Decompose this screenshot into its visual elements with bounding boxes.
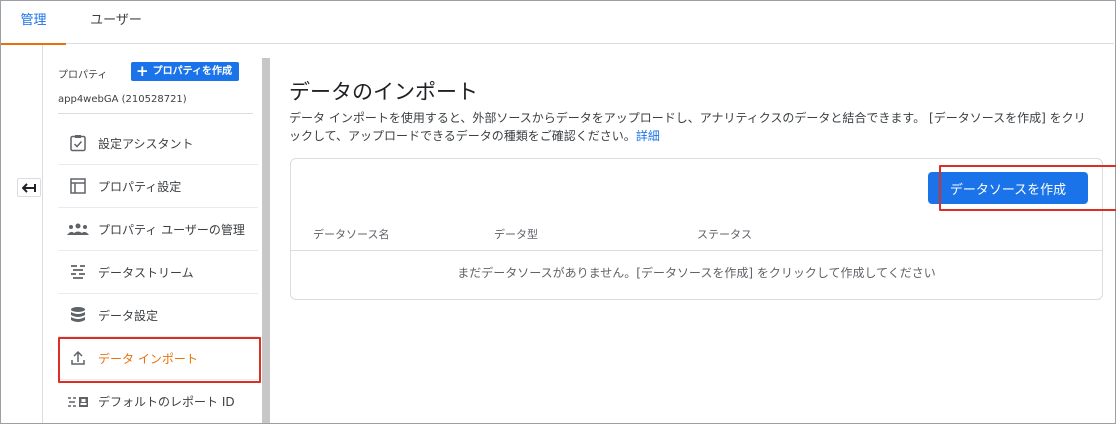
sidebar-item-property-user-management[interactable]: プロパティ ユーザーの管理: [58, 208, 258, 251]
page-title: データのインポート: [289, 80, 478, 104]
tab-users[interactable]: ユーザー: [66, 1, 166, 44]
empty-state-message: まだデータソースがありません。[データソースを作成] をクリックして作成してくだ…: [457, 266, 936, 280]
sidebar-item-label: プロパティ設定: [98, 179, 182, 194]
page-description: データ インポートを使用すると、外部ソースからデータをアップロードし、アナリティ…: [289, 109, 1097, 145]
report-id-icon: [58, 396, 98, 408]
tab-admin[interactable]: 管理: [1, 1, 66, 45]
left-rail: [1, 45, 43, 423]
sidebar-item-label: プロパティ ユーザーの管理: [98, 222, 245, 237]
top-tab-bar: 管理 ユーザー: [1, 1, 1114, 45]
column-header-type: データ型: [494, 228, 538, 241]
create-property-label: プロパティを作成: [152, 66, 232, 77]
collapse-button[interactable]: [17, 178, 41, 197]
sidebar-item-label: データ設定: [98, 308, 159, 323]
plus-icon: +: [136, 62, 149, 80]
sidebar-item-label: データストリーム: [98, 265, 194, 280]
property-header: プロパティ + プロパティを作成 app4webGA (210528721): [58, 62, 253, 114]
main-content: データのインポート データ インポートを使用すると、外部ソースからデータをアップ…: [271, 45, 1116, 423]
people-icon: [58, 222, 98, 236]
sidebar-item-setup-assistant[interactable]: 設定アシスタント: [58, 122, 258, 165]
layout-icon: [58, 177, 98, 195]
sidebar-item-label: デフォルトのレポート ID: [98, 395, 235, 409]
back-arrow-icon: [22, 182, 36, 193]
tab-users-label: ユーザー: [90, 13, 142, 28]
streams-icon: [58, 264, 98, 280]
property-sidebar: プロパティ + プロパティを作成 app4webGA (210528721) 設…: [44, 45, 260, 423]
data-sources-card: データソースを作成 データソース名 データ型 ステータス まだデータソースがあり…: [290, 158, 1116, 300]
sidebar-item-data-streams[interactable]: データストリーム: [58, 251, 258, 294]
description-text: データ インポートを使用すると、外部ソースからデータをアップロードし、アナリティ…: [289, 111, 1086, 143]
sidebar-scrollbar[interactable]: [262, 58, 270, 423]
create-property-button[interactable]: + プロパティを作成: [131, 62, 239, 81]
sidebar-item-data-settings[interactable]: データ設定: [58, 294, 258, 337]
tab-admin-label: 管理: [20, 13, 47, 28]
checklist-icon: [58, 134, 98, 152]
sidebar-item-label: 設定アシスタント: [98, 136, 194, 151]
column-header-name: データソース名: [313, 228, 390, 241]
upload-icon: [58, 350, 98, 366]
create-data-source-button[interactable]: データソースを作成: [928, 172, 1088, 204]
property-name: app4webGA (210528721): [58, 94, 187, 105]
sidebar-item-property-settings[interactable]: プロパティ設定: [58, 165, 258, 208]
property-label: プロパティ: [58, 70, 108, 81]
column-header-status: ステータス: [697, 228, 752, 241]
sidebar-item-data-import[interactable]: データ インポート: [58, 337, 258, 380]
database-icon: [58, 306, 98, 324]
details-link[interactable]: 詳細: [636, 129, 660, 143]
sidebar-item-default-report-id[interactable]: デフォルトのレポート ID: [58, 380, 258, 423]
sidebar-item-label: データ インポート: [98, 351, 198, 366]
